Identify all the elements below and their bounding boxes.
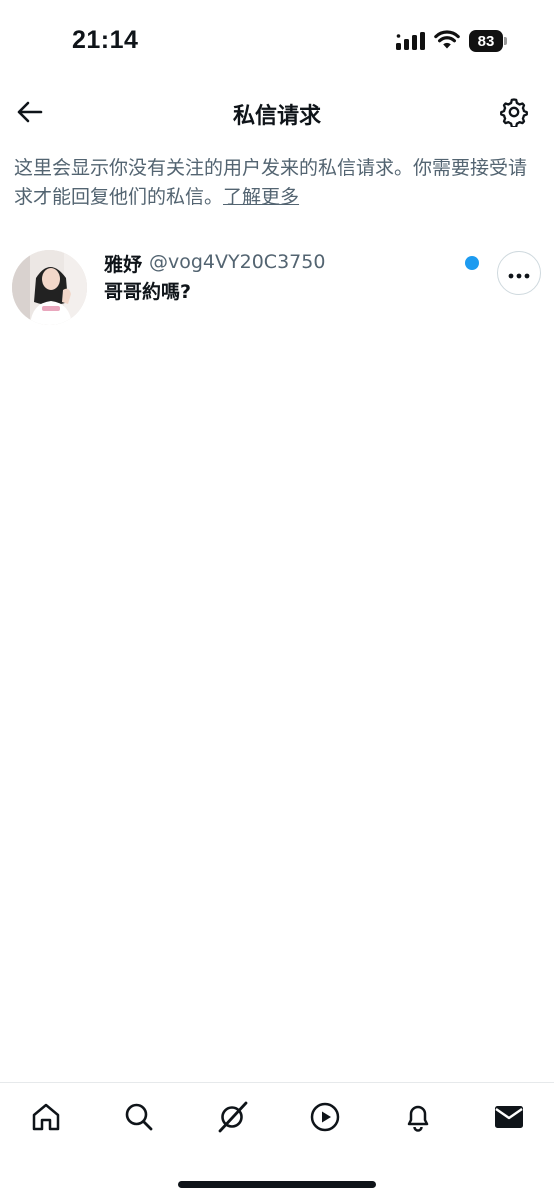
more-horizontal-icon: [508, 264, 530, 283]
bottom-nav: [0, 1082, 554, 1200]
battery-cap: [504, 37, 507, 45]
sender-name: 雅妤: [104, 254, 143, 276]
nav-search[interactable]: [119, 1099, 159, 1139]
battery-icon: 83: [469, 30, 503, 52]
home-indicator: [178, 1181, 376, 1188]
notifications-icon: [402, 1101, 434, 1137]
messages-icon: [493, 1101, 525, 1137]
learn-more-link[interactable]: 了解更多: [223, 186, 299, 208]
page: 21:14 83 私信请求 这里会显示你没有关注的用户发来的私信请求。你需要接受…: [0, 0, 554, 1200]
grok-icon: [215, 1100, 249, 1138]
nav-video[interactable]: [305, 1099, 345, 1139]
avatar[interactable]: [12, 250, 87, 325]
list-item[interactable]: 雅妤 @vog4VY20C3750 哥哥約嗎?: [0, 240, 554, 336]
message-preview: 哥哥約嗎?: [104, 281, 192, 303]
header: 私信请求: [0, 88, 554, 140]
search-icon: [123, 1101, 155, 1137]
info-text: 这里会显示你没有关注的用户发来的私信请求。你需要接受请求才能回复他们的私信。了解…: [14, 154, 540, 212]
signal-icon: [396, 32, 426, 54]
status-time: 21:14: [72, 26, 139, 54]
nav-home[interactable]: [26, 1099, 66, 1139]
home-icon: [30, 1101, 62, 1137]
more-options-button[interactable]: [497, 251, 541, 295]
video-icon: [309, 1101, 341, 1137]
nav-notifications[interactable]: [398, 1099, 438, 1139]
nav-messages[interactable]: [489, 1099, 529, 1139]
sender-handle: @vog4VY20C3750: [149, 251, 326, 273]
wifi-icon: [434, 30, 460, 54]
page-title: 私信请求: [232, 104, 321, 129]
unread-badge: [465, 256, 479, 270]
status-bar: 21:14 83: [0, 0, 554, 80]
gear-icon: [499, 97, 529, 131]
settings-button[interactable]: [497, 97, 531, 131]
nav-grok[interactable]: [212, 1099, 252, 1139]
